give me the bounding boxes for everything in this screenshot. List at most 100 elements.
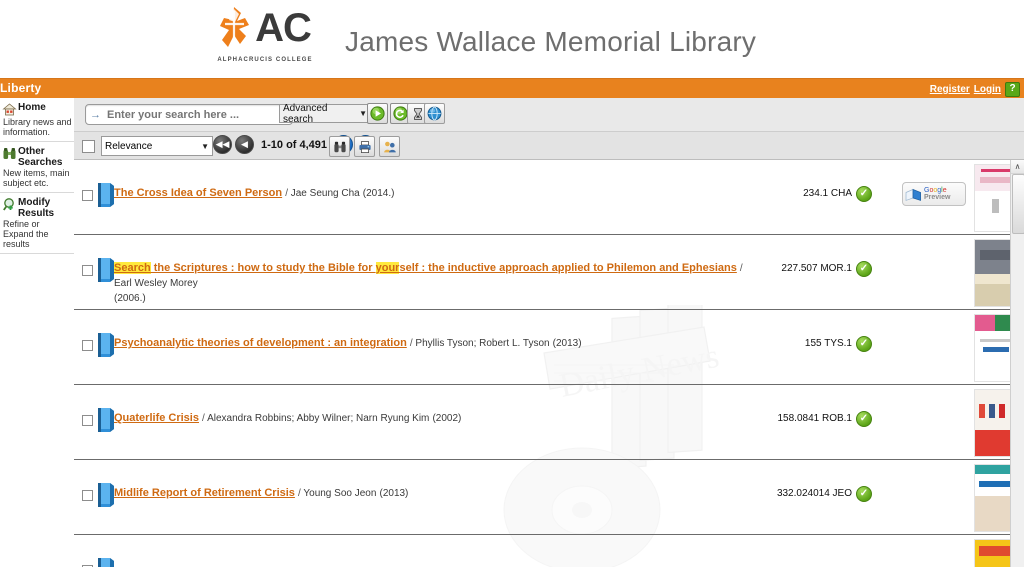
logo-wordmark: AC bbox=[255, 6, 312, 50]
sort-select[interactable]: Relevance ▼ bbox=[101, 136, 213, 156]
result-checkbox[interactable] bbox=[82, 340, 93, 351]
register-link[interactable]: Register bbox=[930, 84, 970, 95]
masthead: AC ALPHACRUCIS COLLEGE James Wallace Mem… bbox=[0, 0, 1024, 78]
scrollbar-thumb[interactable] bbox=[1012, 174, 1024, 234]
result-text: Quaterlife Crisis / Alexandra Robbins; A… bbox=[114, 411, 744, 426]
binoculars-icon bbox=[333, 141, 346, 152]
result-authors: Jae Seung Cha bbox=[290, 188, 360, 199]
save-records-icon bbox=[383, 141, 396, 152]
result-title-link[interactable]: Psychoanalytic theories of development :… bbox=[114, 337, 407, 349]
previous-page-button[interactable]: ◀ bbox=[235, 135, 254, 154]
result-text: Psychoanalytic theories of development :… bbox=[114, 336, 744, 351]
go-button[interactable] bbox=[367, 103, 388, 124]
login-link[interactable]: Login bbox=[974, 84, 1001, 95]
results-toolbar: Relevance ▼ ◀◀ ◀ 1-10 of 4,491 ▶ ▶▶ bbox=[74, 132, 1024, 160]
sidebar-item-desc: Library news and information. bbox=[3, 117, 72, 137]
catalog-search-results-page: AC ALPHACRUCIS COLLEGE James Wallace Mem… bbox=[0, 0, 1024, 567]
result-title-link[interactable]: Quaterlife Crisis bbox=[114, 412, 199, 424]
call-number: 234.1 CHA bbox=[803, 188, 852, 199]
sidebar-item-desc: Refine or Expand the results bbox=[3, 219, 49, 249]
select-all-checkbox[interactable] bbox=[82, 140, 95, 153]
chevron-down-icon: ▼ bbox=[201, 141, 209, 151]
previous-page-icon: ◀ bbox=[241, 139, 248, 149]
arrow-right-icon: → bbox=[90, 108, 101, 121]
result-row[interactable] bbox=[74, 535, 1024, 567]
result-authors: Young Soo Jeon bbox=[303, 488, 377, 499]
sort-select-label: Relevance bbox=[105, 140, 153, 152]
separator: / bbox=[739, 263, 743, 274]
sidebar-item-home[interactable]: Home Library news and information. bbox=[0, 98, 74, 142]
availability-check-icon: ✓ bbox=[856, 261, 872, 277]
result-authors: Phyllis Tyson; Robert L. Tyson bbox=[415, 338, 550, 349]
call-number: 158.0841 ROB.1 bbox=[777, 413, 853, 424]
result-row[interactable]: Midlife Report of Retirement Crisis / Yo… bbox=[74, 460, 1024, 535]
result-authors: Earl Wesley Morey bbox=[114, 278, 198, 289]
home-icon bbox=[2, 102, 17, 117]
result-row[interactable]: Search the Scriptures : how to study the… bbox=[74, 235, 1024, 310]
green-refresh-icon bbox=[393, 106, 408, 121]
result-title-link[interactable]: Search the Scriptures : how to study the… bbox=[114, 262, 737, 274]
result-text: Search the Scriptures : how to study the… bbox=[114, 261, 744, 306]
alphacrucis-logo: AC ALPHACRUCIS COLLEGE bbox=[210, 2, 320, 63]
result-title-link[interactable]: Midlife Report of Retirement Crisis bbox=[114, 487, 295, 499]
first-page-icon: ◀◀ bbox=[215, 139, 230, 149]
result-checkbox[interactable] bbox=[82, 265, 93, 276]
result-row[interactable]: The Cross Idea of Seven Person / Jae Seu… bbox=[74, 160, 1024, 235]
highlight-term: Search bbox=[114, 262, 151, 274]
result-year: (2013) bbox=[379, 488, 409, 499]
result-year: (2006.) bbox=[114, 293, 146, 304]
pagination-counter: 1-10 of 4,491 bbox=[261, 138, 328, 151]
sidebar: Home Library news and information. Other… bbox=[0, 98, 75, 565]
printer-icon bbox=[358, 140, 371, 153]
search-mode-label: Advanced search bbox=[283, 102, 328, 125]
web-search-button[interactable] bbox=[424, 103, 445, 124]
top-orange-bar: Liberty Register Login ? bbox=[0, 78, 1024, 98]
toolbar-actions bbox=[329, 136, 400, 157]
search-input-wrapper[interactable]: → bbox=[85, 104, 293, 125]
result-row[interactable]: Psychoanalytic theories of development :… bbox=[74, 310, 1024, 385]
first-page-button[interactable]: ◀◀ bbox=[213, 135, 232, 154]
highlight-term: your bbox=[375, 262, 400, 274]
scroll-up-button[interactable]: ∧ bbox=[1011, 160, 1024, 174]
google-brand-label: Google bbox=[924, 186, 947, 194]
blue-globe-icon bbox=[427, 106, 442, 121]
library-title: James Wallace Memorial Library bbox=[345, 26, 757, 57]
logo-subtitle: ALPHACRUCIS COLLEGE bbox=[217, 57, 313, 63]
open-book-icon bbox=[905, 188, 921, 201]
sidebar-item-modify-results[interactable]: Modify Results Refine or Expand the resu… bbox=[0, 193, 74, 254]
body: Home Library news and information. Other… bbox=[0, 98, 1024, 567]
magnifier-plus-icon bbox=[2, 197, 17, 212]
google-preview-button[interactable]: Google Preview bbox=[902, 182, 966, 206]
result-checkbox[interactable] bbox=[82, 490, 93, 501]
results-scrollbar[interactable]: ∧ bbox=[1010, 160, 1024, 567]
call-number: 227.507 MOR.1 bbox=[781, 263, 852, 274]
binoculars-icon bbox=[2, 146, 17, 161]
help-icon[interactable]: ? bbox=[1005, 82, 1020, 97]
search-mode-select[interactable]: Advanced search ▼ bbox=[279, 102, 370, 125]
sidebar-item-other-searches[interactable]: Other Searches New items, main subject e… bbox=[0, 142, 74, 193]
save-list-button[interactable] bbox=[379, 136, 400, 157]
result-year: (2014.) bbox=[362, 188, 395, 199]
alphacrucis-cross-icon bbox=[219, 6, 253, 50]
chevron-down-icon: ▼ bbox=[359, 109, 367, 118]
search-input[interactable] bbox=[105, 107, 288, 122]
sidebar-item-title: Modify Results bbox=[18, 197, 55, 219]
result-text: The Cross Idea of Seven Person / Jae Seu… bbox=[114, 186, 744, 201]
result-checkbox[interactable] bbox=[82, 415, 93, 426]
print-button[interactable] bbox=[354, 136, 375, 157]
call-number: 332.024014 JEO bbox=[776, 488, 852, 499]
preview-label: Preview bbox=[924, 194, 951, 201]
green-play-icon bbox=[370, 106, 385, 121]
refine-search-button[interactable] bbox=[329, 136, 350, 157]
account-links: Register Login ? bbox=[930, 82, 1020, 97]
results-list: Daily News The Cross Idea of Seven Perso… bbox=[74, 160, 1024, 567]
result-title-link[interactable]: The Cross Idea of Seven Person bbox=[114, 187, 282, 199]
sidebar-item-desc: New items, main subject etc. bbox=[3, 168, 70, 188]
search-bar: → Advanced search ▼ bbox=[74, 98, 1024, 132]
availability-check-icon: ✓ bbox=[856, 186, 872, 202]
sidebar-item-title: Home bbox=[18, 102, 46, 113]
result-row[interactable]: Quaterlife Crisis / Alexandra Robbins; A… bbox=[74, 385, 1024, 460]
hourglass-icon bbox=[413, 107, 422, 120]
result-checkbox[interactable] bbox=[82, 190, 93, 201]
result-text: Midlife Report of Retirement Crisis / Yo… bbox=[114, 486, 744, 501]
